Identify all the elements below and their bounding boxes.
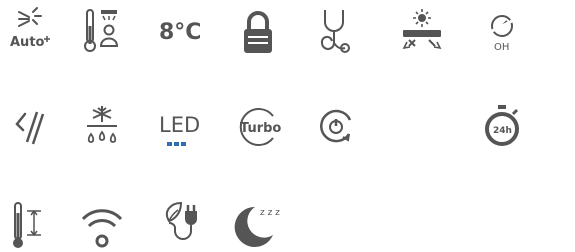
sun-airflow-icon xyxy=(392,2,452,60)
slash-filter-icon xyxy=(0,98,60,156)
svg-text:24h: 24h xyxy=(493,126,512,136)
turbo-icon: Turbo xyxy=(228,98,288,156)
thermometer-range-icon xyxy=(0,194,60,252)
sleep-moon-icon: z z z xyxy=(228,194,288,252)
stethoscope-icon xyxy=(306,2,366,60)
stopwatch-24h-icon: 24h xyxy=(472,98,532,156)
clock-24-icon xyxy=(392,98,452,156)
lock-icon xyxy=(228,2,288,60)
svg-text:8°C: 8°C xyxy=(159,20,201,45)
temperature-8c-icon: 8°C xyxy=(150,2,210,60)
wifi-icon xyxy=(72,194,132,252)
svg-text:LED: LED xyxy=(159,113,200,137)
icon-grid: Auto 8°C OH LED Turbo 24h z z z xyxy=(0,0,575,252)
led-icon: LED xyxy=(150,98,210,156)
svg-text:z z z: z z z xyxy=(260,208,280,218)
auto-swing-icon: Auto xyxy=(0,2,60,60)
svg-text:Turbo: Turbo xyxy=(240,121,281,136)
svg-text:Auto: Auto xyxy=(10,35,45,50)
timer-off-icon: OH xyxy=(472,2,532,60)
thermometer-person-icon xyxy=(72,2,132,60)
svg-text:OH: OH xyxy=(494,42,509,53)
power-cycle-icon xyxy=(306,98,366,156)
eco-plug-icon xyxy=(150,194,210,252)
snowflake-drops-icon xyxy=(72,98,132,156)
